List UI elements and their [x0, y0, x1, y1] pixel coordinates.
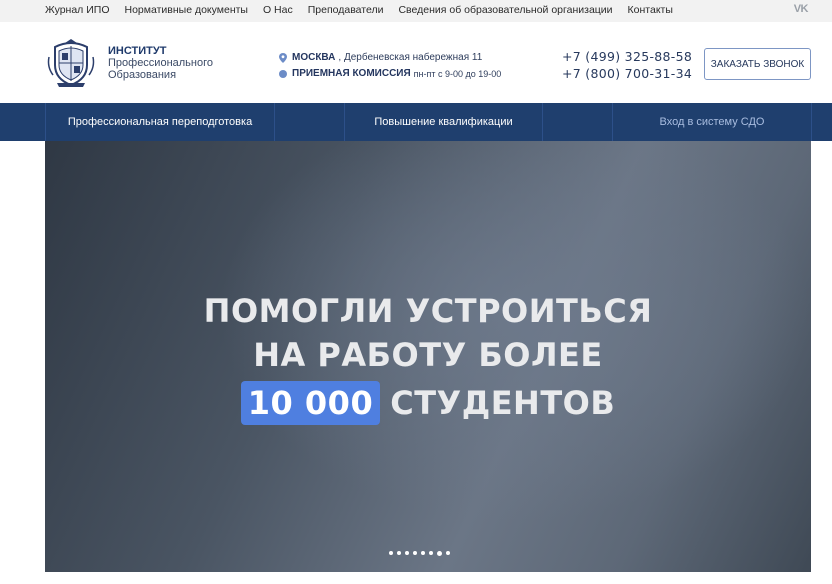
top-link-teachers[interactable]: Преподаватели [308, 4, 384, 16]
admissions-label: ПРИЕМНАЯ КОМИССИЯ [292, 68, 411, 79]
slider-dot[interactable] [446, 551, 450, 555]
top-link-organization-info[interactable]: Сведения об образовательной организации [398, 4, 612, 16]
address-block: МОСКВА , Дербеневская набережная 11 ПРИЕ… [279, 50, 501, 82]
slider-dot[interactable] [429, 551, 433, 555]
hero-slider[interactable]: ПОМОГЛИ УСТРОИТЬСЯ НА РАБОТУ БОЛЕЕ 10 00… [45, 141, 811, 572]
admissions-row: ПРИЕМНАЯ КОМИССИЯ пн-пт с 9-00 до 19-00 [279, 66, 501, 82]
header: ИНСТИТУТ Профессионального Образования М… [0, 22, 832, 103]
nav-item-retraining[interactable]: Профессиональная переподготовка [46, 103, 274, 141]
nav-divider [274, 103, 275, 141]
hero-headline: ПОМОГЛИ УСТРОИТЬСЯ НА РАБОТУ БОЛЕЕ 10 00… [45, 289, 811, 425]
clock-icon [279, 70, 287, 78]
hero-line-3-text: СТУДЕНТОВ [390, 384, 616, 422]
address-street: , Дербеневская набережная 11 [338, 52, 483, 63]
admissions-hours: пн-пт с 9-00 до 19-00 [413, 69, 502, 79]
brand-name[interactable]: ИНСТИТУТ Профессионального Образования [108, 45, 213, 81]
slider-dot[interactable] [389, 551, 393, 555]
slider-dot[interactable] [397, 551, 401, 555]
top-link-about[interactable]: О Нас [263, 4, 293, 16]
slider-dot[interactable] [405, 551, 409, 555]
top-link-contacts[interactable]: Контакты [628, 4, 673, 16]
phone-moscow[interactable]: +7 (499) 325-88-58 [562, 48, 692, 65]
top-link-journal[interactable]: Журнал ИПО [45, 4, 110, 16]
slider-dot[interactable] [437, 551, 442, 556]
location-pin-icon [279, 53, 287, 63]
hero-line-1: ПОМОГЛИ УСТРОИТЬСЯ [203, 292, 653, 330]
hero-line-2: НА РАБОТУ БОЛЕЕ [253, 336, 603, 374]
slider-pagination [389, 551, 450, 556]
top-link-documents[interactable]: Нормативные документы [125, 4, 248, 16]
top-nav: Журнал ИПО Нормативные документы О Нас П… [45, 4, 688, 16]
hero-line-3: 10 000 СТУДЕНТОВ [45, 381, 811, 425]
address-row: МОСКВА , Дербеневская набережная 11 [279, 50, 501, 66]
nav-item-sdo-login[interactable]: Вход в систему СДО [613, 103, 811, 141]
phone-block: +7 (499) 325-88-58 +7 (800) 700-31-34 [562, 48, 692, 82]
phone-tollfree[interactable]: +7 (800) 700-31-34 [562, 65, 692, 82]
brand-line-3: Образования [108, 69, 177, 81]
vk-icon[interactable]: VK [794, 3, 809, 15]
logo-emblem-icon[interactable] [45, 37, 97, 89]
hero-number-badge: 10 000 [240, 381, 381, 425]
brand-line-1: ИНСТИТУТ [108, 45, 167, 57]
order-call-button[interactable]: ЗАКАЗАТЬ ЗВОНОК [704, 48, 811, 80]
nav-divider [542, 103, 543, 141]
top-bar: Журнал ИПО Нормативные документы О Нас П… [0, 0, 832, 22]
slider-dot[interactable] [421, 551, 425, 555]
nav-divider [811, 103, 812, 141]
address-city: МОСКВА [292, 52, 336, 63]
main-nav: Профессиональная переподготовка Повышени… [0, 103, 832, 141]
brand-line-2: Профессионального [108, 57, 213, 69]
slider-dot[interactable] [413, 551, 417, 555]
nav-item-qualification[interactable]: Повышение квалификации [345, 103, 542, 141]
